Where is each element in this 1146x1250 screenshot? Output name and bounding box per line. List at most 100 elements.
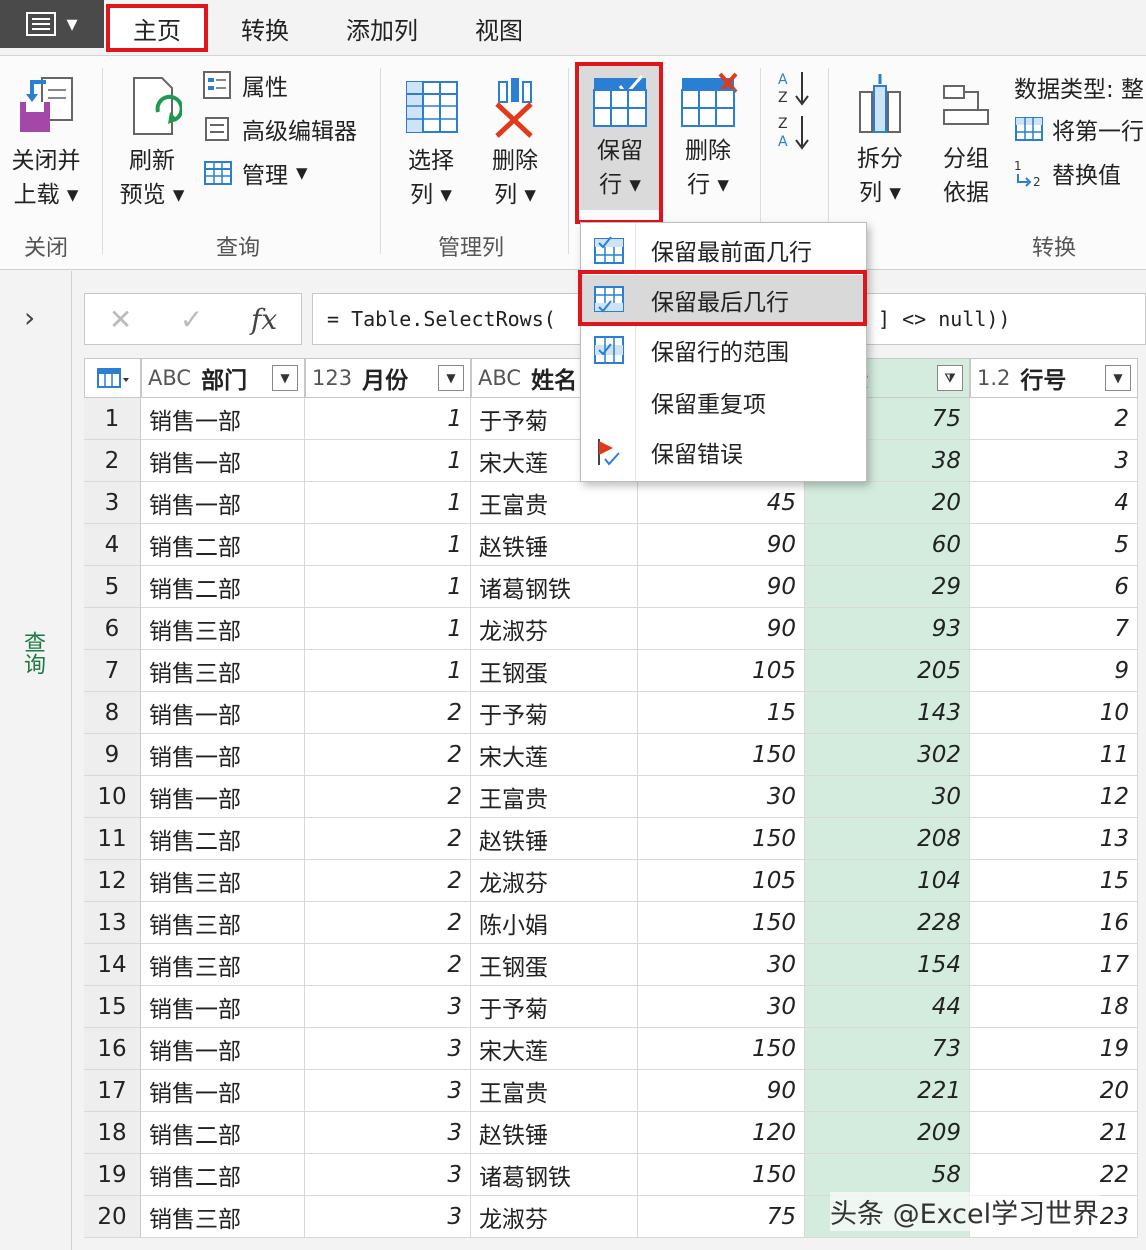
table-cell[interactable]: 宋大莲 [471, 1028, 638, 1070]
table-cell[interactable]: 2 [305, 944, 471, 986]
row-number[interactable]: 17 [84, 1070, 141, 1112]
table-cell[interactable]: 销售一部 [141, 734, 305, 776]
table-cell[interactable]: 75 [638, 1196, 805, 1238]
remove-columns-button[interactable]: 删除 列 ▾ [476, 60, 554, 212]
table-cell[interactable]: 销售一部 [141, 440, 305, 482]
table-cell[interactable]: 120 [638, 1112, 805, 1154]
table-cell[interactable]: 3 [305, 1154, 471, 1196]
table-cell[interactable]: 销售三部 [141, 860, 305, 902]
table-cell[interactable]: 龙淑芬 [471, 1196, 638, 1238]
table-cell[interactable]: 1 [305, 482, 471, 524]
table-cell[interactable]: 29 [805, 566, 970, 608]
row-number[interactable]: 12 [84, 860, 141, 902]
choose-columns-button[interactable]: 选择 列 ▾ [392, 60, 470, 212]
table-cell[interactable]: 销售一部 [141, 1028, 305, 1070]
table-cell[interactable]: 10 [970, 692, 1138, 734]
sort-ascending-button[interactable]: AZ [776, 68, 812, 112]
use-first-row-headers-button[interactable]: 将第一行 [1014, 112, 1144, 146]
column-header-month[interactable]: 123 月份 ▼ [305, 358, 471, 398]
table-cell[interactable]: 2 [305, 776, 471, 818]
table-cell[interactable]: 1 [305, 608, 471, 650]
remove-rows-button[interactable]: 删除 行 ▾ [668, 66, 748, 202]
split-column-button[interactable]: 拆分 列 ▾ [840, 60, 920, 210]
table-cell[interactable]: 3 [305, 1070, 471, 1112]
table-cell[interactable]: 45 [638, 482, 805, 524]
table-cell[interactable]: 208 [805, 818, 970, 860]
table-cell[interactable]: 赵铁锤 [471, 818, 638, 860]
table-cell[interactable]: 销售一部 [141, 986, 305, 1028]
queries-pane-label[interactable]: 查询 [16, 631, 48, 675]
filter-dropdown-icon[interactable]: ▼ [272, 365, 298, 391]
table-cell[interactable]: 21 [970, 1112, 1138, 1154]
row-number[interactable]: 13 [84, 902, 141, 944]
table-cell[interactable]: 20 [970, 1070, 1138, 1112]
table-cell[interactable]: 150 [638, 818, 805, 860]
table-cell[interactable]: 2 [305, 818, 471, 860]
table-cell[interactable]: 2 [970, 398, 1138, 440]
table-cell[interactable]: 销售二部 [141, 1154, 305, 1196]
table-cell[interactable]: 销售三部 [141, 650, 305, 692]
table-cell[interactable]: 228 [805, 902, 970, 944]
table-cell[interactable]: 2 [305, 692, 471, 734]
table-cell[interactable]: 20 [805, 482, 970, 524]
row-number[interactable]: 14 [84, 944, 141, 986]
table-cell[interactable]: 1 [305, 398, 471, 440]
table-cell[interactable]: 王富贵 [471, 776, 638, 818]
data-type-dropdown[interactable]: 数据类型: 整 [1014, 70, 1144, 104]
table-cell[interactable]: 22 [970, 1154, 1138, 1196]
table-cell[interactable]: 宋大莲 [471, 734, 638, 776]
properties-button[interactable]: 属性 [202, 68, 288, 102]
table-cell[interactable]: 30 [805, 776, 970, 818]
row-number[interactable]: 19 [84, 1154, 141, 1196]
row-number[interactable]: 7 [84, 650, 141, 692]
table-cell[interactable]: 16 [970, 902, 1138, 944]
row-number[interactable]: 11 [84, 818, 141, 860]
table-cell[interactable]: 销售一部 [141, 398, 305, 440]
tab-view[interactable]: 视图 [456, 4, 542, 52]
table-cell[interactable]: 19 [970, 1028, 1138, 1070]
table-cell[interactable]: 3 [305, 1196, 471, 1238]
table-cell[interactable]: 205 [805, 650, 970, 692]
sort-descending-button[interactable]: ZA [776, 112, 812, 156]
table-cell[interactable]: 1 [305, 440, 471, 482]
table-cell[interactable]: 龙淑芬 [471, 860, 638, 902]
table-cell[interactable]: 销售三部 [141, 1196, 305, 1238]
file-menu-button[interactable]: ▾ [0, 0, 104, 48]
row-number[interactable]: 9 [84, 734, 141, 776]
row-number[interactable]: 1 [84, 398, 141, 440]
tab-add-column[interactable]: 添加列 [330, 4, 434, 52]
table-cell[interactable]: 30 [638, 944, 805, 986]
table-cell[interactable]: 王富贵 [471, 1070, 638, 1112]
menu-keep-duplicates[interactable]: 保留重复项 [581, 377, 866, 427]
chevron-right-icon[interactable]: › [24, 301, 35, 334]
table-cell[interactable]: 9 [970, 650, 1138, 692]
table-cell[interactable]: 陈小娟 [471, 902, 638, 944]
close-load-button[interactable]: 关闭并 上载 ▾ [0, 60, 92, 212]
table-cell[interactable]: 73 [805, 1028, 970, 1070]
row-number[interactable]: 4 [84, 524, 141, 566]
row-number[interactable]: 16 [84, 1028, 141, 1070]
table-cell[interactable]: 3 [305, 1112, 471, 1154]
filter-applied-icon[interactable]: ⧩ [937, 365, 963, 391]
table-cell[interactable]: 105 [638, 860, 805, 902]
table-cell[interactable]: 11 [970, 734, 1138, 776]
table-cell[interactable]: 销售一部 [141, 482, 305, 524]
table-cell[interactable]: 7 [970, 608, 1138, 650]
replace-values-button[interactable]: 12 替换值 [1014, 156, 1121, 190]
table-cell[interactable]: 17 [970, 944, 1138, 986]
check-icon[interactable]: ✓ [180, 303, 203, 336]
table-cell[interactable]: 1 [305, 524, 471, 566]
table-cell[interactable]: 1 [305, 650, 471, 692]
table-cell[interactable]: 王钢蛋 [471, 944, 638, 986]
table-cell[interactable]: 150 [638, 1154, 805, 1196]
table-cell[interactable]: 150 [638, 1028, 805, 1070]
table-cell[interactable]: 销售一部 [141, 692, 305, 734]
advanced-editor-button[interactable]: 高级编辑器 [202, 112, 357, 146]
table-cell[interactable]: 2 [305, 860, 471, 902]
table-cell[interactable]: 销售二部 [141, 1112, 305, 1154]
refresh-preview-button[interactable]: 刷新 预览 ▾ [110, 60, 194, 212]
table-cell[interactable]: 2 [305, 902, 471, 944]
table-cell[interactable]: 赵铁锤 [471, 1112, 638, 1154]
cancel-icon[interactable]: ✕ [109, 303, 132, 336]
table-cell[interactable]: 赵铁锤 [471, 524, 638, 566]
